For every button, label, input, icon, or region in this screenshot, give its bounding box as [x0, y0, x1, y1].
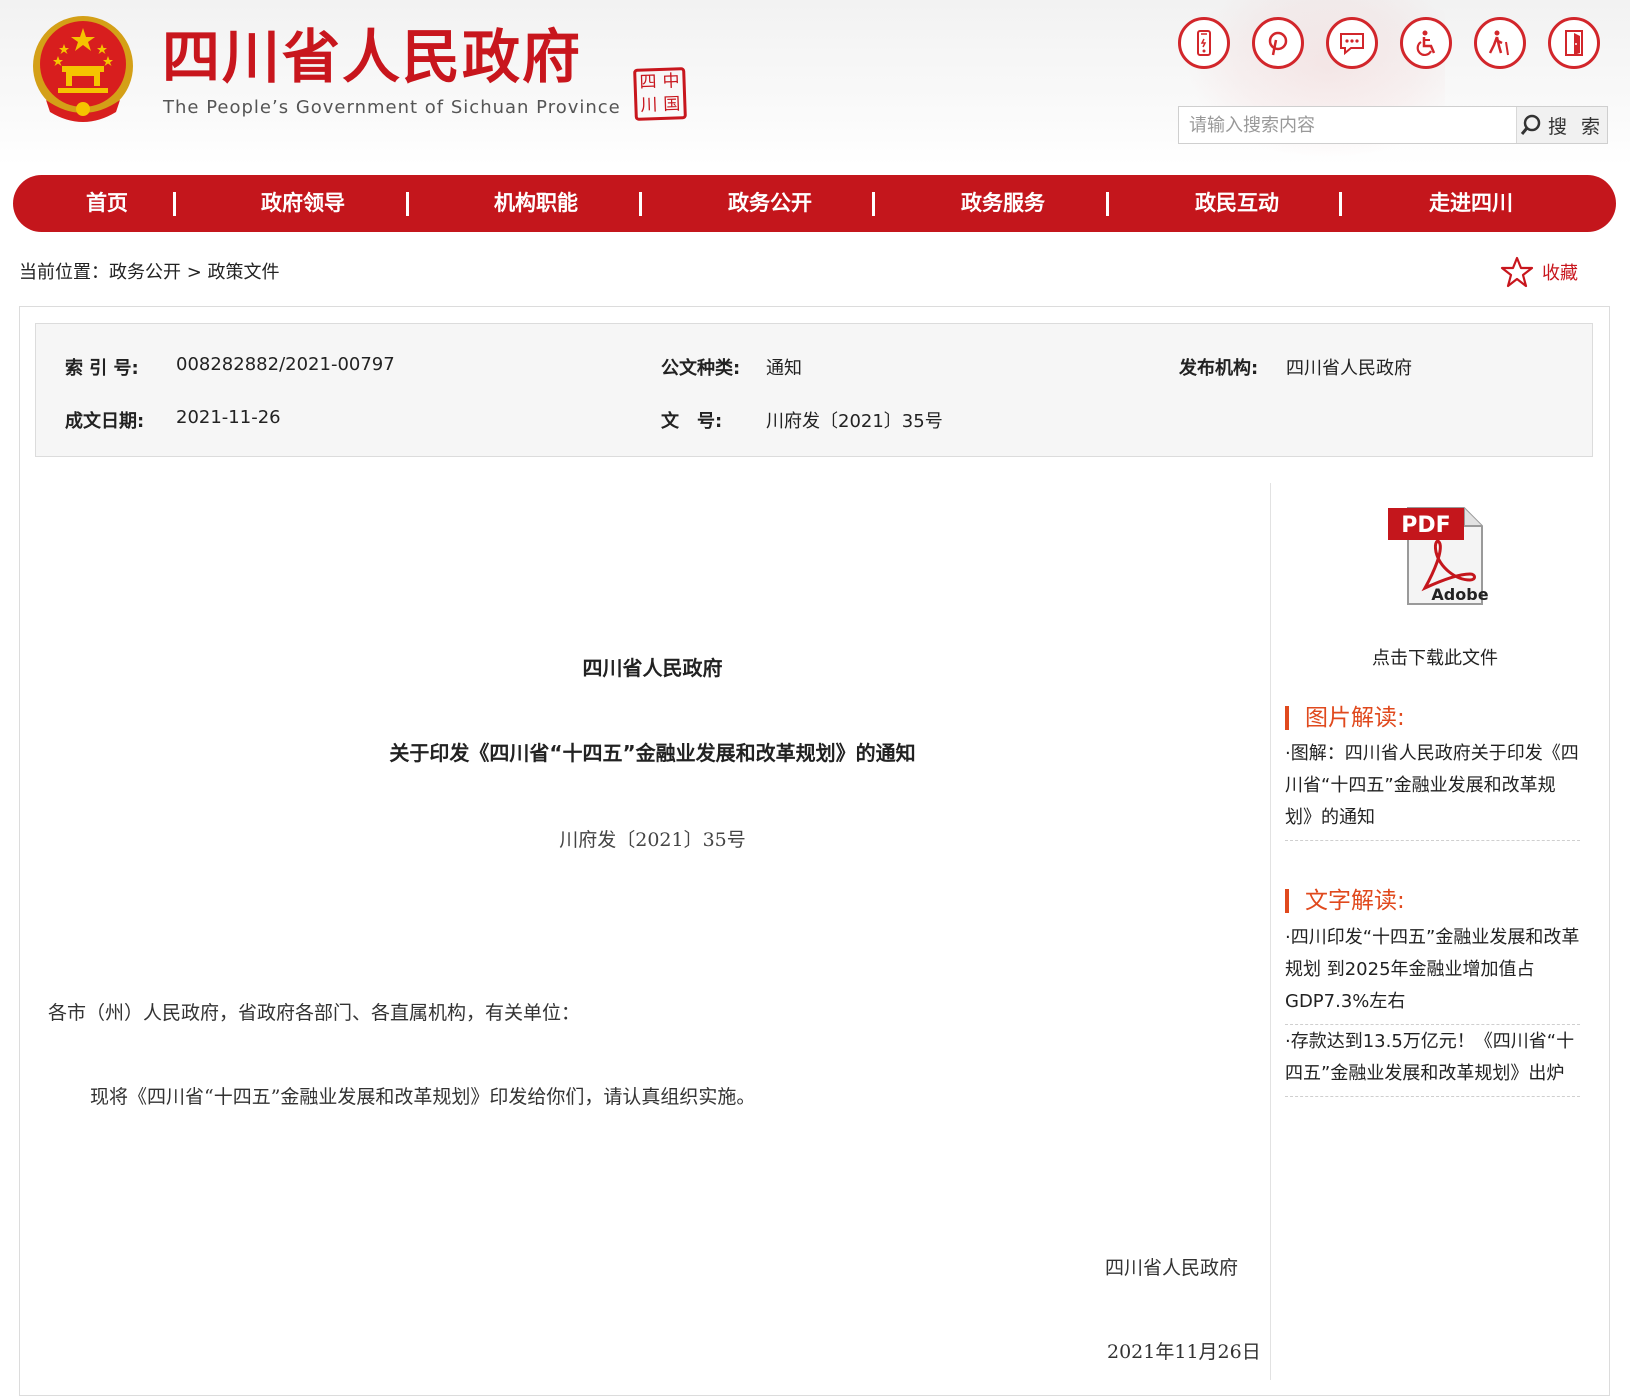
meta-index-label: 索 引 号:: [65, 358, 139, 379]
meta-number-label: 文 号:: [661, 411, 723, 432]
document-body-paragraph: 现将《四川省“十四五”金融业发展和改革规划》印发给你们，请认真组织实施。: [90, 1086, 756, 1108]
document-meta: 索 引 号: 008282882/2021-00797 公文种类: 通知 发布机…: [35, 323, 1593, 457]
star-icon: [1500, 256, 1534, 288]
meta-date-value: 2021-11-26: [176, 407, 281, 428]
nav-item-institutions[interactable]: 机构职能: [446, 175, 626, 232]
seal-char: 中: [662, 71, 680, 92]
seal-char: 四: [639, 72, 657, 93]
door-exit-icon[interactable]: [1548, 17, 1600, 69]
search-box: 搜 索: [1178, 106, 1608, 144]
nav-divider: [1339, 192, 1342, 216]
document-number: 川府发〔2021〕35号: [559, 829, 746, 851]
favorite-button[interactable]: 收藏: [1500, 255, 1578, 289]
search-button-label: 搜 索: [1547, 115, 1605, 138]
nav-item-government-affairs[interactable]: 政务公开: [680, 175, 860, 232]
nav-divider: [406, 192, 409, 216]
image-interpretation-title: 图片解读:: [1285, 706, 1405, 730]
weibo-icon[interactable]: [1252, 17, 1304, 69]
main-nav: 首页 政府领导 机构职能 政务公开 政务服务 政民互动 走进四川: [13, 175, 1616, 232]
message-icon[interactable]: [1326, 17, 1378, 69]
site-subtitle: The People’s Government of Sichuan Provi…: [163, 97, 621, 118]
breadcrumb[interactable]: 当前位置：政务公开 > 政策文件: [19, 258, 280, 284]
nav-item-home[interactable]: 首页: [17, 175, 197, 232]
search-button[interactable]: 搜 索: [1516, 107, 1607, 143]
seal-char: 川: [640, 95, 658, 116]
nav-divider: [173, 192, 176, 216]
search-icon: [1520, 114, 1541, 135]
national-emblem-icon[interactable]: [28, 14, 138, 126]
document-title: 关于印发《四川省“十四五”金融业发展和改革规划》的通知: [389, 741, 916, 765]
pdf-badge-text: PDF: [1401, 513, 1450, 538]
meta-type-value: 通知: [766, 358, 802, 379]
sichuan-seal-logo: 四 中 川 国: [633, 67, 687, 121]
nav-divider: [872, 192, 875, 216]
document-issuer: 四川省人民政府: [582, 656, 723, 680]
mobile-icon[interactable]: [1178, 17, 1230, 69]
document-date: 2021年11月26日: [1107, 1341, 1261, 1363]
document-salutation: 各市（州）人民政府，省政府各部门、各直属机构，有关单位：: [48, 1002, 581, 1024]
pdf-brand-text: Adobe: [1431, 585, 1488, 604]
site-title[interactable]: 四川省人民政府: [162, 24, 582, 90]
nav-item-government-services[interactable]: 政务服务: [913, 175, 1093, 232]
meta-publisher-value: 四川省人民政府: [1286, 358, 1412, 379]
meta-date-label: 成文日期:: [65, 411, 145, 432]
elderly-icon[interactable]: [1474, 17, 1526, 69]
site-header: 四川省人民政府 The People’s Government of Sichu…: [0, 0, 1630, 165]
seal-char: 国: [663, 94, 681, 115]
nav-item-interaction[interactable]: 政民互动: [1147, 175, 1327, 232]
meta-publisher-label: 发布机构:: [1179, 358, 1259, 379]
nav-divider: [639, 192, 642, 216]
text-interpretation-title: 文字解读:: [1285, 889, 1405, 913]
favorite-label: 收藏: [1542, 263, 1578, 284]
text-interpretation-link[interactable]: ·存款达到13.5万亿元！《四川省“十四五”金融业发展和改革规划》出炉: [1285, 1026, 1580, 1097]
sidebar-divider: [1270, 483, 1271, 1380]
document-signature: 四川省人民政府: [1105, 1257, 1239, 1279]
header-tool-icons: [1178, 17, 1608, 75]
meta-type-label: 公文种类:: [661, 358, 741, 379]
pdf-file-icon[interactable]: PDF Adobe: [1380, 500, 1490, 610]
meta-index-value: 008282882/2021-00797: [176, 354, 395, 375]
nav-divider: [1106, 192, 1109, 216]
search-input[interactable]: [1179, 107, 1519, 143]
image-interpretation-link[interactable]: ·图解：四川省人民政府关于印发《四川省“十四五”金融业发展和改革规划》的通知: [1285, 738, 1580, 841]
nav-item-government-leaders[interactable]: 政府领导: [213, 175, 393, 232]
meta-number-value: 川府发〔2021〕35号: [766, 411, 943, 432]
accessibility-icon[interactable]: [1400, 17, 1452, 69]
download-file-link[interactable]: 点击下载此文件: [1285, 644, 1585, 670]
text-interpretation-link[interactable]: ·四川印发“十四五”金融业发展和改革规划 到2025年金融业增加值占GDP7.3…: [1285, 922, 1580, 1025]
nav-item-about-sichuan[interactable]: 走进四川: [1381, 175, 1561, 232]
